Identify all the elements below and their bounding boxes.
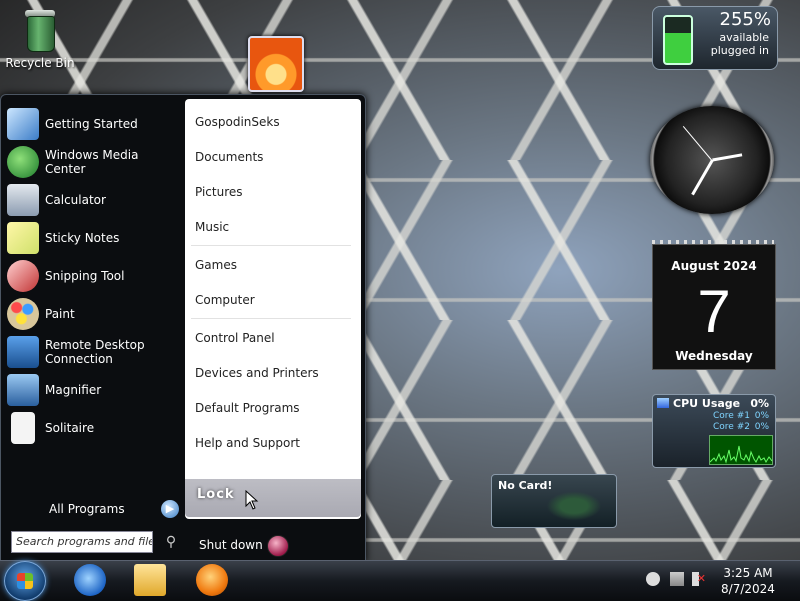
- cpu-usage-title: CPU Usage: [673, 397, 741, 410]
- magnifier-icon: [7, 374, 39, 406]
- start-search-input[interactable]: Search programs and files: [11, 531, 153, 553]
- start-menu: Getting Started Windows Media Center Cal…: [0, 94, 366, 562]
- all-programs-button[interactable]: All Programs ▶: [5, 497, 183, 521]
- clock-hour-hand: [712, 153, 743, 162]
- core1-value: 0%: [754, 411, 769, 421]
- calendar-weekday: Wednesday: [675, 349, 753, 363]
- cpu-icon: [657, 398, 669, 408]
- start-button[interactable]: [4, 561, 46, 601]
- battery-icon: [663, 15, 693, 65]
- place-music[interactable]: Music: [195, 216, 355, 238]
- place-computer[interactable]: Computer: [195, 289, 355, 311]
- place-help-support[interactable]: Help and Support: [195, 432, 355, 454]
- program-getting-started[interactable]: Getting Started: [5, 105, 183, 143]
- shutdown-button[interactable]: Shut down: [199, 538, 263, 552]
- getting-started-icon: [7, 108, 39, 140]
- network-icon[interactable]: [646, 572, 660, 586]
- search-icon[interactable]: ⚲: [161, 531, 181, 553]
- place-games[interactable]: Games: [195, 254, 355, 276]
- core2-value: 0%: [754, 422, 769, 432]
- nvidia-status-text: No Card!: [498, 479, 553, 492]
- recycle-bin-icon: [21, 6, 59, 52]
- core1-label: Core #1: [713, 411, 750, 421]
- shutdown-options-icon[interactable]: [267, 535, 289, 557]
- calculator-icon: [7, 184, 39, 216]
- place-pictures[interactable]: Pictures: [195, 181, 355, 203]
- start-menu-programs-pane: Getting Started Windows Media Center Cal…: [5, 99, 183, 557]
- remote-desktop-icon: [7, 336, 39, 368]
- volume-muted-icon[interactable]: ✕: [692, 572, 706, 586]
- cpu-usage-gadget[interactable]: CPU Usage 0% Core #1 0% Core #2 0%: [652, 394, 776, 468]
- all-programs-label: All Programs: [49, 502, 125, 516]
- lock-label: Lock: [197, 487, 235, 502]
- program-solitaire[interactable]: Solitaire: [5, 409, 183, 447]
- windows-logo-icon: [17, 573, 33, 589]
- solitaire-icon: [11, 412, 35, 444]
- calendar-gadget[interactable]: August 2024 7 Wednesday: [652, 244, 776, 370]
- separator: [191, 318, 351, 319]
- clock-minute-hand: [691, 159, 714, 196]
- media-center-icon: [7, 146, 39, 178]
- core2-label: Core #2: [713, 422, 750, 432]
- place-user-folder[interactable]: GospodinSeks: [195, 111, 355, 133]
- nvidia-logo-icon: [542, 489, 606, 523]
- program-calculator[interactable]: Calculator: [5, 181, 183, 219]
- calendar-day: 7: [697, 278, 731, 345]
- internet-explorer-icon[interactable]: [74, 564, 106, 596]
- place-documents[interactable]: Documents: [195, 146, 355, 168]
- snipping-tool-icon: [7, 260, 39, 292]
- battery-status-plugged: plugged in: [710, 44, 769, 57]
- start-menu-places-pane: GospodinSeks Documents Pictures Music Ga…: [185, 99, 361, 519]
- place-default-programs[interactable]: Default Programs: [195, 397, 355, 419]
- place-control-panel[interactable]: Control Panel: [195, 327, 355, 349]
- program-remote-desktop[interactable]: Remote Desktop Connection: [5, 333, 183, 371]
- program-snipping-tool[interactable]: Snipping Tool: [5, 257, 183, 295]
- windows-explorer-icon[interactable]: [134, 564, 166, 596]
- nvidia-gadget[interactable]: No Card!: [491, 474, 617, 528]
- calendar-month: August 2024: [671, 259, 757, 273]
- program-sticky-notes[interactable]: Sticky Notes: [5, 219, 183, 257]
- place-devices-printers[interactable]: Devices and Printers: [195, 362, 355, 384]
- taskbar-clock[interactable]: 3:25 AM 8/7/2024: [712, 565, 784, 597]
- clock-time: 3:25 AM: [723, 566, 773, 580]
- media-player-icon[interactable]: [196, 564, 228, 596]
- clock-date: 8/7/2024: [721, 582, 775, 596]
- program-media-center[interactable]: Windows Media Center: [5, 143, 183, 181]
- program-magnifier[interactable]: Magnifier: [5, 371, 183, 409]
- action-center-icon[interactable]: [670, 572, 684, 586]
- separator: [191, 245, 351, 246]
- battery-percent: 255%: [719, 9, 771, 30]
- clock-gadget[interactable]: [650, 106, 774, 214]
- cpu-usage-graph: [709, 435, 773, 465]
- recycle-bin-desktop-icon[interactable]: Recycle Bin: [4, 4, 76, 70]
- cpu-usage-total: 0%: [750, 397, 769, 410]
- arrow-right-icon: ▶: [161, 500, 179, 518]
- battery-status-available: available: [719, 31, 769, 44]
- mouse-cursor-icon: [245, 490, 259, 510]
- program-paint[interactable]: Paint: [5, 295, 183, 333]
- battery-gadget[interactable]: 255% available plugged in: [652, 6, 778, 70]
- paint-icon: [7, 298, 39, 330]
- recycle-bin-label: Recycle Bin: [5, 56, 75, 70]
- clock-second-hand: [682, 125, 712, 161]
- user-picture[interactable]: [248, 36, 304, 92]
- sticky-notes-icon: [7, 222, 39, 254]
